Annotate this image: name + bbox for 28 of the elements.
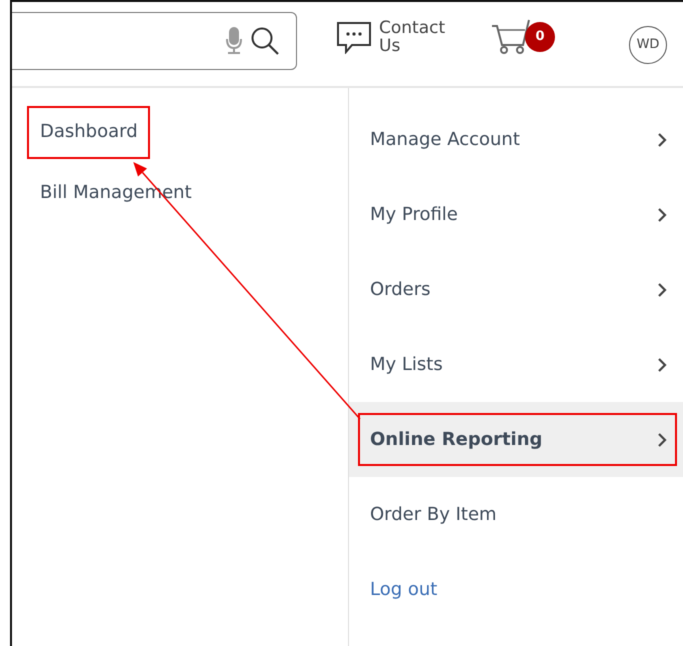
annotation-frame: My Lists: [358, 338, 677, 391]
chevron-right-icon: [657, 432, 667, 448]
side-link[interactable]: Dashboard: [27, 106, 150, 159]
cart-count-badge: 0: [525, 22, 555, 52]
menu-item[interactable]: Manage Account: [349, 102, 683, 177]
annotation-frame: Online Reporting: [358, 413, 677, 466]
chevron-right-icon: [657, 132, 667, 148]
annotation-frame: Log out: [358, 563, 677, 616]
search-icon[interactable]: [250, 26, 280, 56]
user-avatar[interactable]: WD: [629, 26, 667, 64]
microphone-icon[interactable]: [226, 27, 242, 55]
menu-item[interactable]: My Profile: [349, 177, 683, 252]
menu-item[interactable]: Order By Item: [349, 477, 683, 552]
annotation-frame: Orders: [358, 263, 677, 316]
chevron-right-icon: [657, 206, 667, 222]
contact-link[interactable]: Contact Us: [379, 20, 459, 56]
annotation-frame: Manage Account: [358, 113, 677, 166]
chat-bubble-icon[interactable]: [337, 22, 371, 54]
annotation-frame: Order By Item: [358, 488, 677, 541]
chevron-right-icon: [657, 356, 667, 372]
menu-item[interactable]: Orders: [349, 252, 683, 327]
menu-item[interactable]: Online Reporting: [349, 402, 683, 477]
menu-item[interactable]: My Lists: [349, 327, 683, 402]
search-field[interactable]: [12, 12, 297, 70]
menu-item[interactable]: Log out: [349, 552, 683, 627]
cart-icon[interactable]: [491, 18, 531, 56]
chevron-right-icon: [657, 282, 667, 298]
annotation-frame: My Profile: [358, 188, 677, 241]
